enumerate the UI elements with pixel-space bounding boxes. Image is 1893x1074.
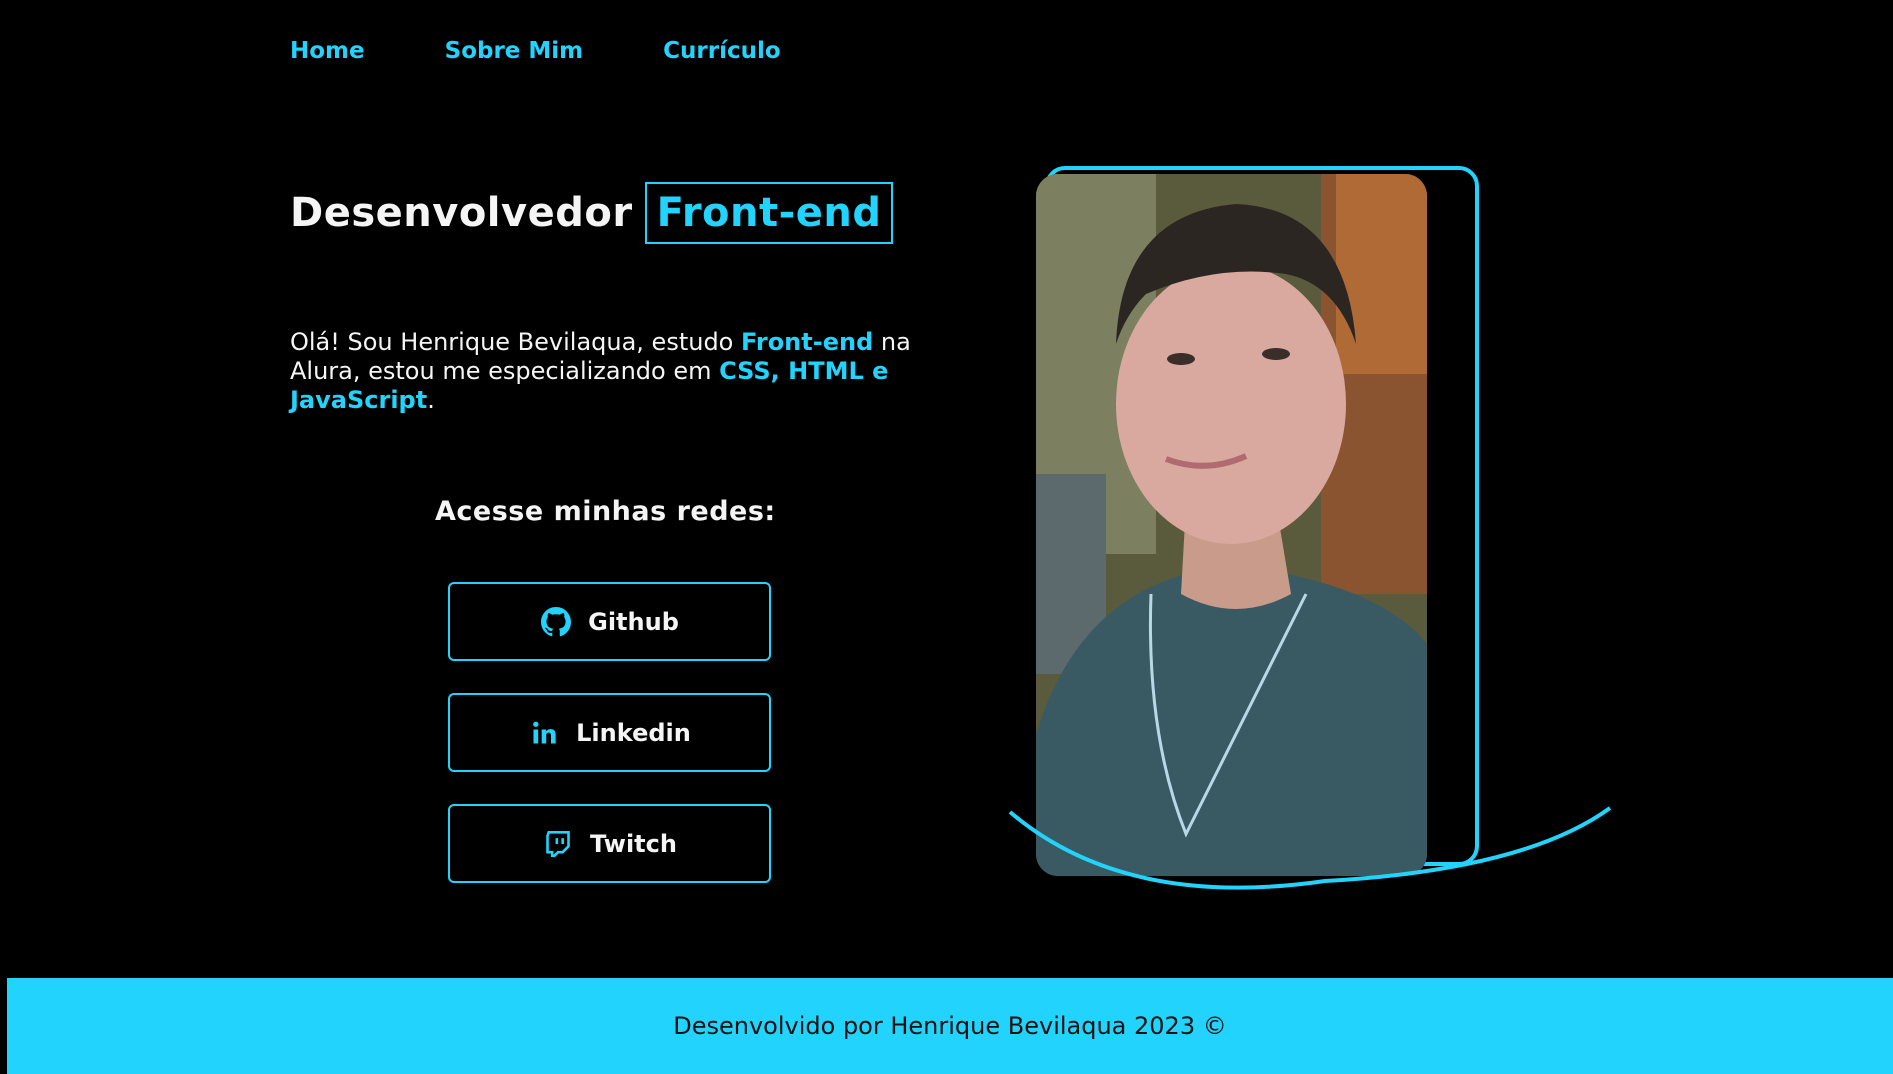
github-icon: [540, 606, 572, 638]
nav-sobre-mim-link[interactable]: Sobre Mim: [445, 38, 584, 64]
footer-text: Desenvolvido por Henrique Bevilaqua 2023…: [673, 1012, 1227, 1040]
intro-highlight-frontend: Front-end: [741, 328, 874, 356]
nav-curriculo-link[interactable]: Currículo: [663, 38, 781, 64]
twitch-button-label: Twitch: [590, 829, 677, 858]
footer: Desenvolvido por Henrique Bevilaqua 2023…: [7, 978, 1893, 1074]
twitch-icon: [542, 828, 574, 860]
page-title: Desenvolvedor Front-end: [290, 182, 894, 244]
intro-text: Olá! Sou Henrique Bevilaqua, estudo Fron…: [290, 328, 920, 415]
twitch-button[interactable]: Twitch: [448, 804, 771, 883]
main-nav: Home Sobre Mim Currículo: [290, 38, 781, 64]
title-prefix: Desenvolvedor: [290, 190, 633, 236]
linkedin-button[interactable]: Linkedin: [448, 693, 771, 772]
profile-photo: [1036, 174, 1427, 876]
github-button-label: Github: [588, 607, 679, 636]
nav-home-link[interactable]: Home: [290, 38, 365, 64]
linkedin-icon: [528, 717, 560, 749]
intro-part3: .: [427, 386, 435, 414]
intro-part1: Olá! Sou Henrique Bevilaqua, estudo: [290, 328, 741, 356]
title-accent-badge: Front-end: [644, 182, 894, 244]
github-button[interactable]: Github: [448, 582, 771, 661]
linkedin-button-label: Linkedin: [576, 718, 691, 747]
social-section-title: Acesse minhas redes:: [435, 496, 776, 527]
decorative-arc: [1008, 806, 1612, 890]
